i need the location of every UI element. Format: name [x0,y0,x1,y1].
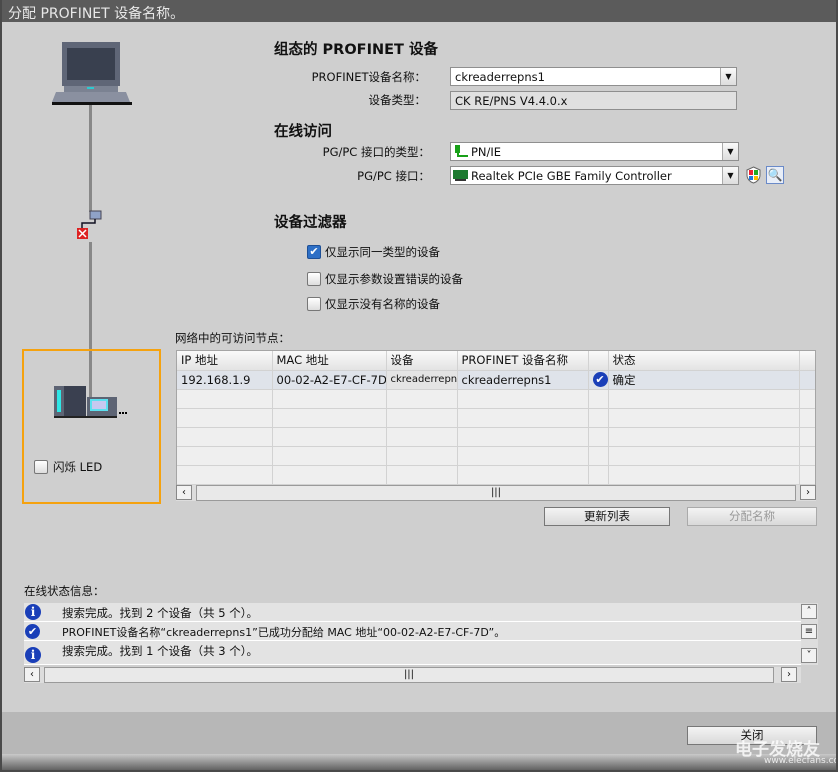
window-frame [0,0,838,772]
